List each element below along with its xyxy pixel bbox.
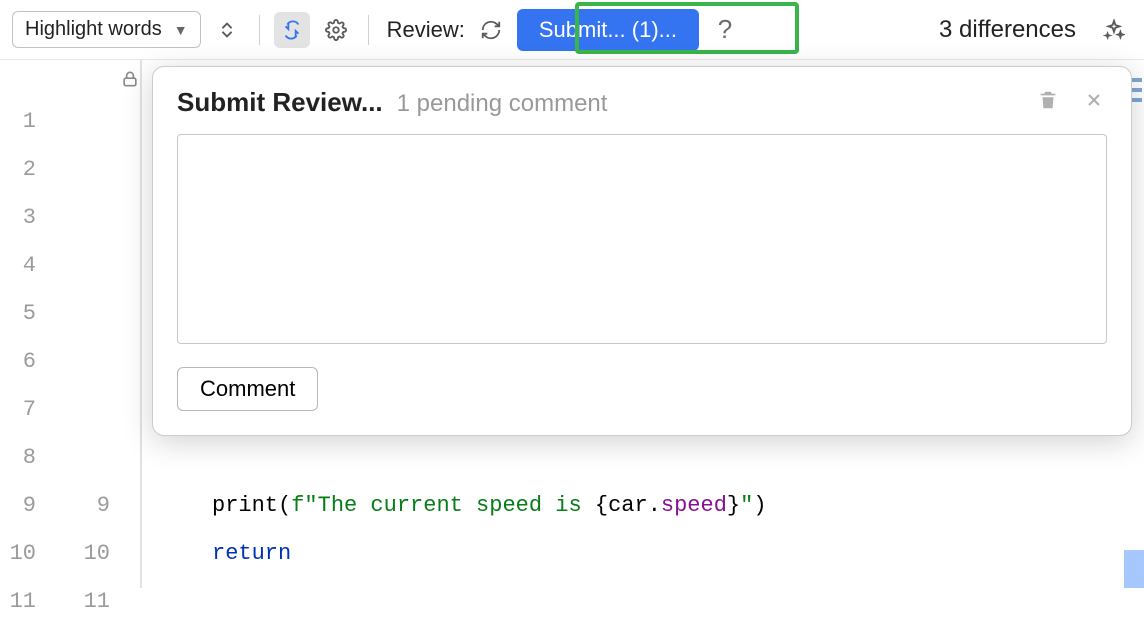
sync-scroll-button[interactable] (274, 12, 310, 48)
line-number (52, 386, 110, 434)
line-number: 10 (52, 530, 110, 578)
line-number: 3 (0, 194, 36, 242)
line-number: 1 (0, 98, 36, 146)
toolbar-separator (368, 15, 369, 45)
refresh-button[interactable] (473, 12, 509, 48)
readonly-lock-icon (120, 62, 140, 96)
chevron-down-icon: ▼ (174, 22, 188, 38)
review-comment-input[interactable] (177, 134, 1107, 344)
collapse-unchanged-button[interactable] (209, 12, 245, 48)
close-popup-button[interactable] (1081, 87, 1107, 113)
comment-button[interactable]: Comment (177, 367, 318, 411)
line-number: 5 (0, 290, 36, 338)
line-number: 11 (0, 578, 36, 626)
line-number (52, 290, 110, 338)
highlight-mode-label: Highlight words (25, 18, 162, 41)
right-gutter: 9 10 11 (52, 60, 142, 588)
discard-draft-button[interactable] (1035, 87, 1061, 113)
review-label: Review: (387, 17, 465, 43)
line-number: 9 (0, 482, 36, 530)
line-number: 9 (52, 482, 110, 530)
diff-toolbar: Highlight words ▼ Review: Submit... (1).… (0, 0, 1144, 60)
help-button[interactable]: ? (707, 12, 743, 48)
submit-review-button[interactable]: Submit... (1)... (517, 9, 699, 51)
code-line-9: print(f"The current speed is {car.speed}… (142, 482, 1144, 530)
line-number: 4 (0, 242, 36, 290)
popup-subtitle: 1 pending comment (397, 90, 608, 118)
line-number (52, 338, 110, 386)
line-number: 7 (0, 386, 36, 434)
line-number (52, 146, 110, 194)
submit-review-popup: Submit Review... 1 pending comment Comme… (152, 66, 1132, 436)
line-number: 6 (0, 338, 36, 386)
popup-title: Submit Review... (177, 87, 383, 118)
line-number: 2 (0, 146, 36, 194)
line-number (52, 242, 110, 290)
highlight-mode-dropdown[interactable]: Highlight words ▼ (12, 11, 201, 48)
line-number (52, 194, 110, 242)
line-number: 10 (0, 530, 36, 578)
line-number (52, 98, 110, 146)
toolbar-separator (259, 15, 260, 45)
differences-count: 3 differences (939, 16, 1076, 44)
code-line-10: return (142, 530, 1144, 578)
settings-button[interactable] (318, 12, 354, 48)
left-gutter: 1 2 3 4 5 6 7 8 9 10 11 (0, 60, 52, 588)
line-number: 8 (0, 434, 36, 482)
overview-ruler[interactable] (1130, 60, 1144, 588)
line-number (52, 434, 110, 482)
line-number: 11 (52, 578, 110, 626)
ai-sparkle-button[interactable] (1096, 12, 1132, 48)
